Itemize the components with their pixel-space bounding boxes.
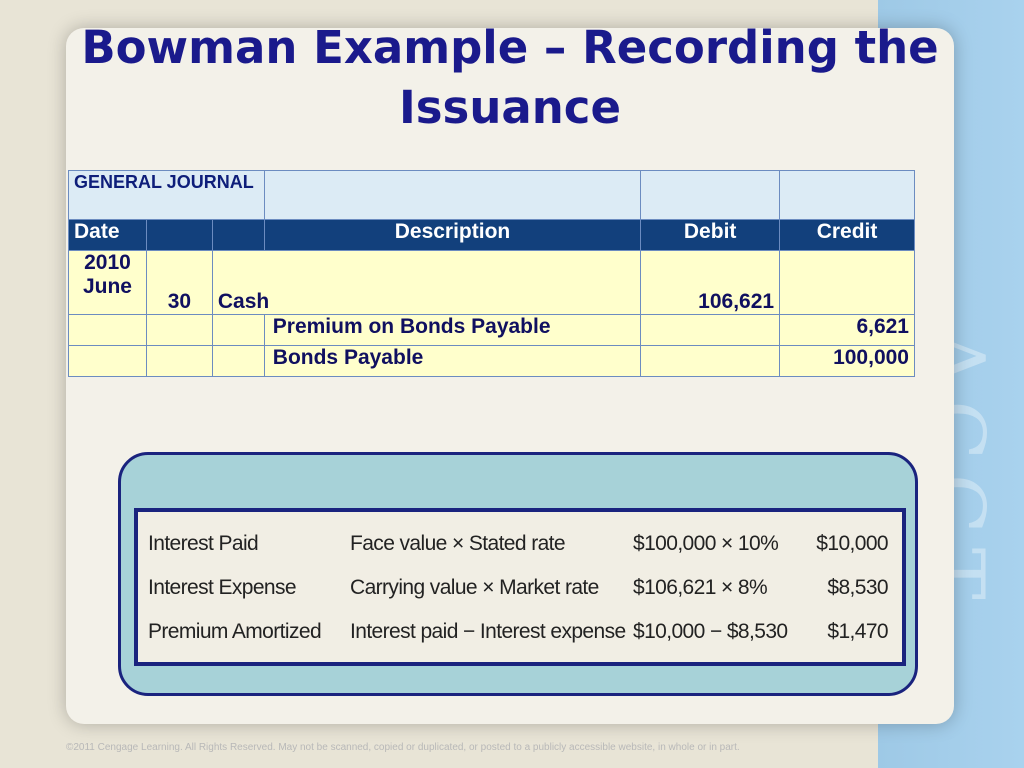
calc-row-interest-expense: Interest Expense Carrying value × Market… [138, 576, 902, 616]
calc-result: $10,000 [816, 532, 888, 555]
slide-title: Bowman Example – Recording the Issuance [81, 21, 939, 134]
indent-cell [211, 345, 265, 377]
journal-row: Bonds Payable 100,000 [68, 345, 915, 377]
journal-row: 2010 June 30 Cash 106,621 [68, 250, 915, 315]
journal-heading: GENERAL JOURNAL [68, 170, 265, 220]
interest-calculation-table: Interest Paid Face value × Stated rate $… [134, 508, 906, 666]
general-journal-table: GENERAL JOURNAL Date Description Debit C… [68, 170, 915, 377]
column-header-blank [145, 219, 213, 251]
date-cell: 2010 June [68, 250, 147, 315]
date-cell [68, 345, 147, 377]
calc-label: Premium Amortized [148, 620, 322, 643]
debit-cell [640, 345, 781, 377]
description-cell: Premium on Bonds Payable [263, 314, 642, 346]
day-cell [145, 345, 213, 377]
column-header-description: Description [263, 219, 642, 251]
day-cell: 30 [145, 250, 213, 315]
calc-result: $8,530 [827, 576, 888, 599]
journal-row: Premium on Bonds Payable 6,621 [68, 314, 915, 346]
day-cell [145, 314, 213, 346]
calc-label: Interest Paid [148, 532, 259, 555]
calc-values: $10,000 − $8,530 [633, 620, 788, 643]
calc-formula: Carrying value × Market rate [350, 576, 599, 599]
calc-formula: Interest paid − Interest expense [350, 620, 626, 643]
journal-heading-blank [640, 170, 781, 220]
calc-result: $1,470 [827, 620, 888, 643]
column-header-credit: Credit [779, 219, 915, 251]
debit-cell [640, 314, 781, 346]
calc-row-premium-amortized: Premium Amortized Interest paid − Intere… [138, 620, 902, 660]
copyright-footer: ©2011 Cengage Learning. All Rights Reser… [66, 742, 740, 753]
calc-values: $106,621 × 8% [633, 576, 768, 599]
calc-formula: Face value × Stated rate [350, 532, 566, 555]
credit-cell [779, 250, 915, 315]
column-header-blank [211, 219, 265, 251]
journal-heading-blank [779, 170, 915, 220]
column-header-date: Date [68, 219, 147, 251]
journal-heading-text: GENERAL JOURNAL [74, 172, 254, 192]
column-header-debit: Debit [640, 219, 781, 251]
description-cell: Bonds Payable [263, 345, 642, 377]
credit-cell: 6,621 [779, 314, 915, 346]
date-cell [68, 314, 147, 346]
debit-cell: 106,621 [640, 250, 781, 315]
month-text: June [82, 275, 132, 298]
column-header-row: Date Description Debit Credit [68, 219, 915, 251]
journal-heading-blank [263, 170, 642, 220]
journal-heading-row: GENERAL JOURNAL [68, 170, 915, 220]
indent-cell [211, 314, 265, 346]
calc-label: Interest Expense [148, 576, 297, 599]
description-cell: Cash [211, 250, 642, 315]
year-text: 2010 [84, 251, 131, 274]
credit-cell: 100,000 [779, 345, 915, 377]
calc-row-interest-paid: Interest Paid Face value × Stated rate $… [138, 532, 902, 572]
calc-values: $100,000 × 10% [633, 532, 779, 555]
